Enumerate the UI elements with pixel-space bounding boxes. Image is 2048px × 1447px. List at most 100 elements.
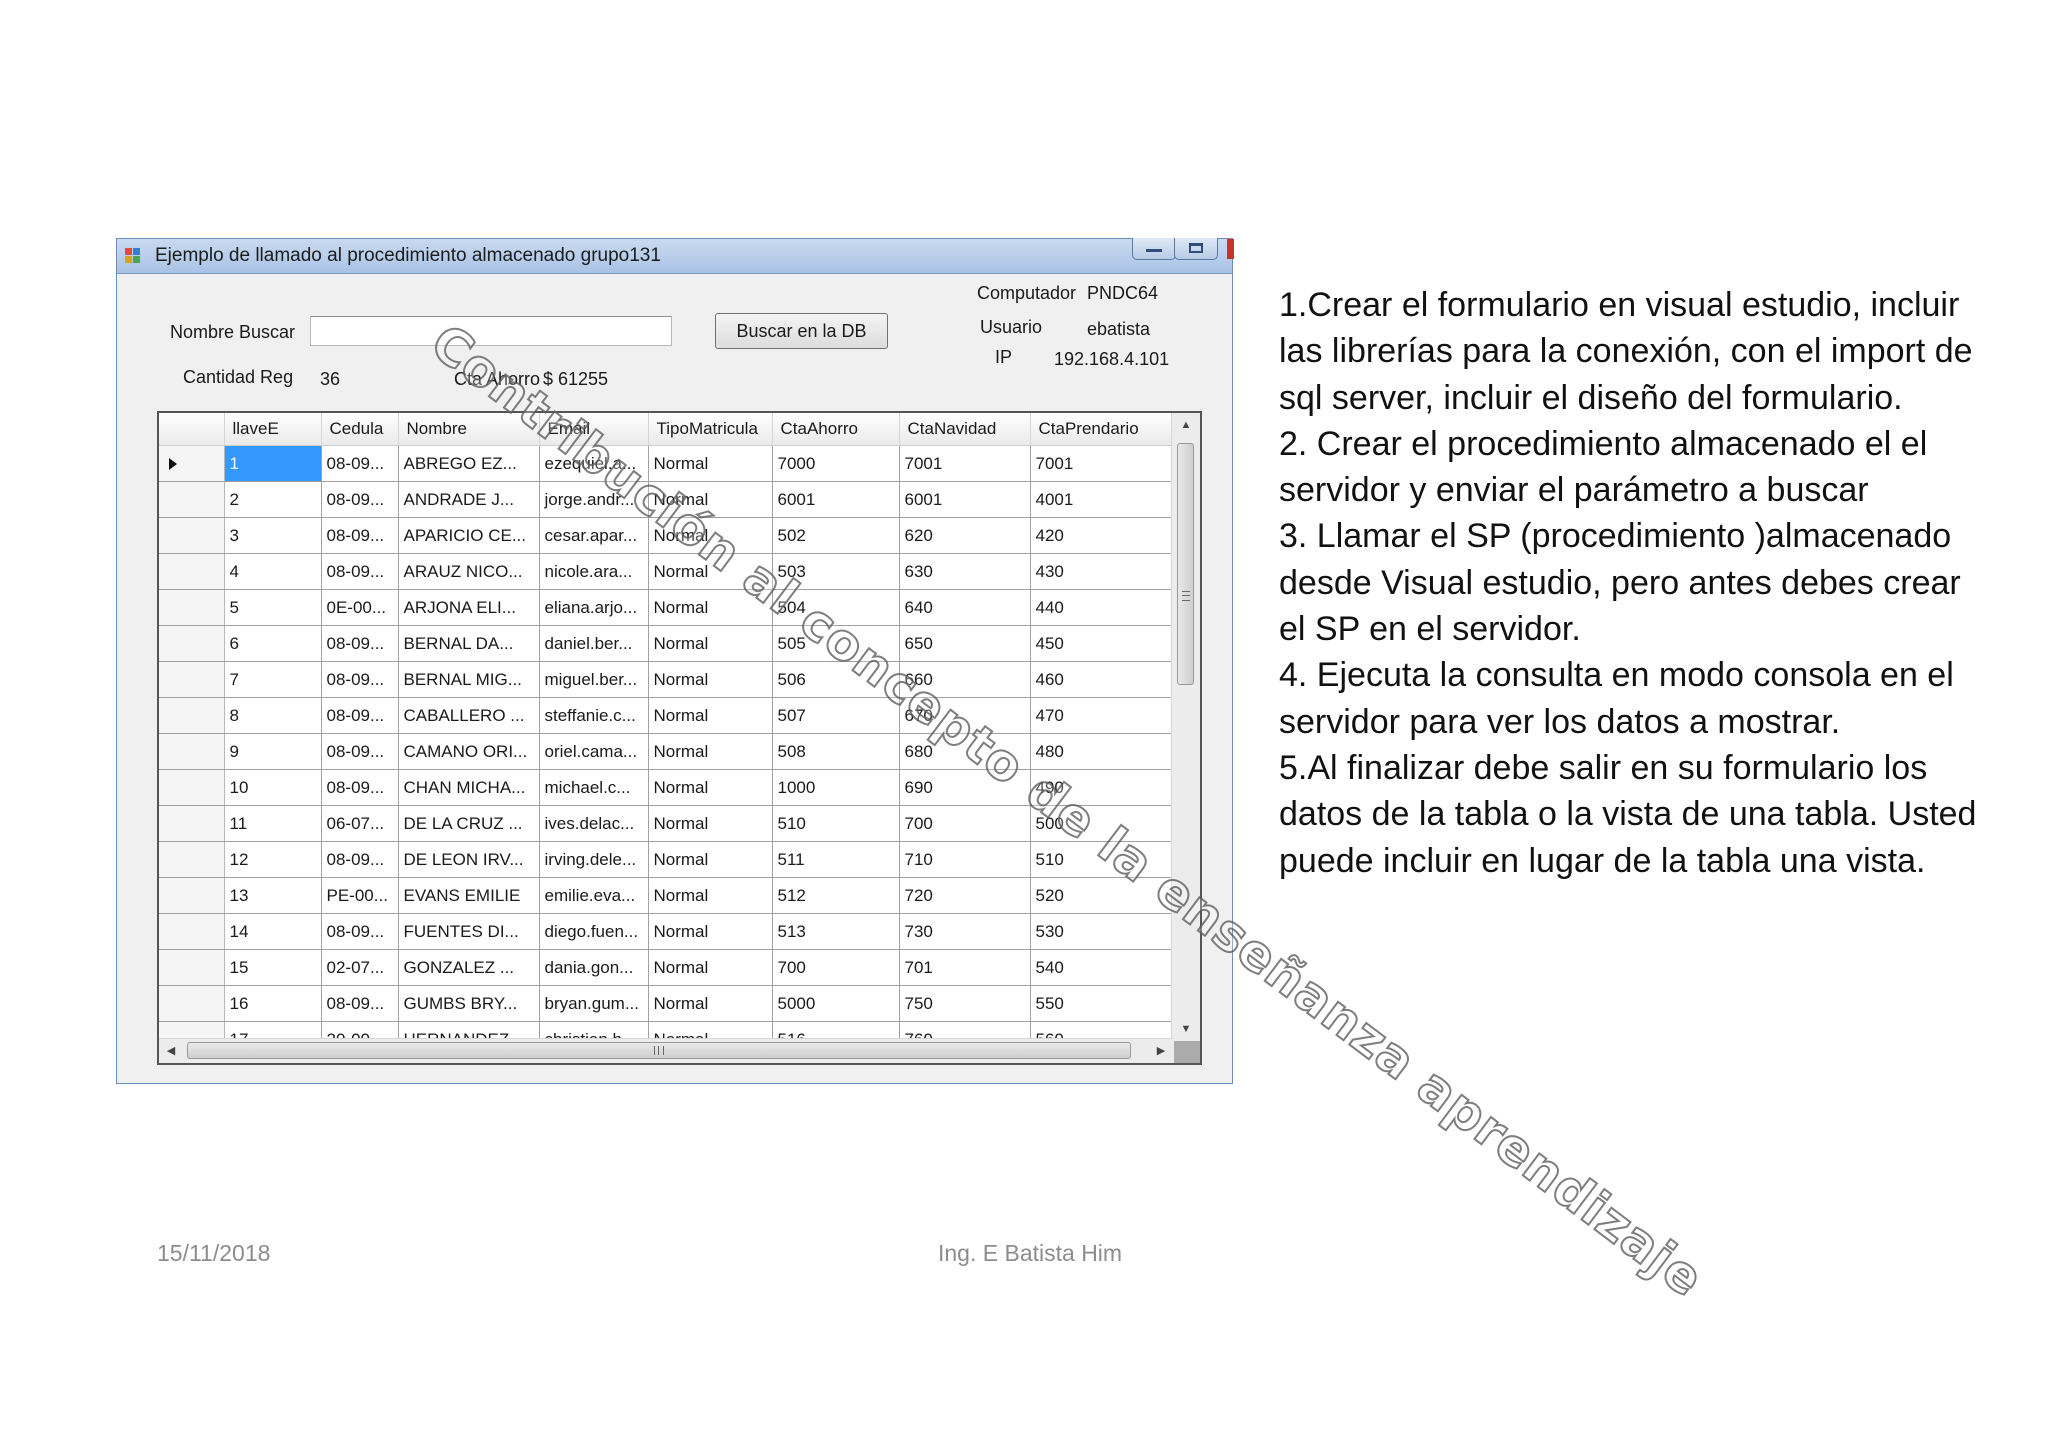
search-input[interactable] — [310, 316, 672, 346]
table-row[interactable]: 3 08-09... APARICIO CE... cesar.apar... Norm… — [159, 517, 1173, 554]
table-cell[interactable]: ANDRADE J... — [398, 481, 540, 518]
table-row[interactable]: 5 0E-00... ARJONA ELI... eliana.arjo... Norm… — [159, 589, 1173, 626]
table-row[interactable]: 15 02-07... GONZALEZ ... dania.gon... Normal… — [159, 949, 1173, 986]
table-cell[interactable]: 1000 — [772, 769, 900, 806]
table-cell[interactable]: 502 — [772, 517, 900, 554]
table-cell[interactable]: 13 — [224, 877, 322, 914]
table-cell[interactable]: Normal — [648, 805, 773, 842]
row-header[interactable] — [159, 949, 225, 986]
table-cell[interactable]: 06-07... — [321, 805, 399, 842]
column-header[interactable]: TipoMatricula — [648, 413, 773, 446]
table-cell[interactable]: 15 — [224, 949, 322, 986]
table-cell[interactable]: 440 — [1030, 589, 1173, 626]
table-cell[interactable]: Normal — [648, 733, 773, 770]
table-cell[interactable]: emilie.eva... — [539, 877, 649, 914]
table-row[interactable]: 9 08-09... CAMANO ORI... oriel.cama... Norma… — [159, 733, 1173, 770]
table-cell[interactable]: 660 — [899, 661, 1031, 698]
table-cell[interactable]: 513 — [772, 913, 900, 950]
row-header[interactable] — [159, 517, 225, 554]
row-header[interactable] — [159, 661, 225, 698]
table-cell[interactable]: 5000 — [772, 985, 900, 1022]
table-cell[interactable]: 7000 — [772, 445, 900, 482]
table-cell[interactable]: 640 — [899, 589, 1031, 626]
minimize-button[interactable] — [1132, 238, 1176, 260]
row-header[interactable] — [159, 445, 225, 482]
table-cell[interactable]: 506 — [772, 661, 900, 698]
table-row[interactable]: 1 08-09... ABREGO EZ... ezequiel.a... Normal… — [159, 445, 1173, 482]
table-cell[interactable]: 08-09... — [321, 733, 399, 770]
table-cell[interactable]: EVANS EMILIE — [398, 877, 540, 914]
table-cell[interactable]: jorge.andr... — [539, 481, 649, 518]
row-header[interactable] — [159, 553, 225, 590]
table-cell[interactable]: diego.fuen... — [539, 913, 649, 950]
column-header[interactable]: CtaNavidad — [899, 413, 1031, 446]
table-cell[interactable]: 650 — [899, 625, 1031, 662]
table-cell[interactable]: nicole.ara... — [539, 553, 649, 590]
table-cell[interactable]: 512 — [772, 877, 900, 914]
table-cell[interactable]: michael.c... — [539, 769, 649, 806]
table-cell[interactable]: 520 — [1030, 877, 1173, 914]
table-cell[interactable]: Normal — [648, 553, 773, 590]
table-cell[interactable]: CHAN MICHA... — [398, 769, 540, 806]
table-cell[interactable]: 2 — [224, 481, 322, 518]
table-cell[interactable]: 690 — [899, 769, 1031, 806]
table-cell[interactable]: Normal — [648, 841, 773, 878]
table-cell[interactable]: 16 — [224, 985, 322, 1022]
table-cell[interactable]: 720 — [899, 877, 1031, 914]
row-header[interactable] — [159, 913, 225, 950]
table-cell[interactable]: Normal — [648, 481, 773, 518]
table-cell[interactable]: 430 — [1030, 553, 1173, 590]
table-cell[interactable]: 08-09... — [321, 553, 399, 590]
table-cell[interactable]: ives.delac... — [539, 805, 649, 842]
table-cell[interactable]: Normal — [648, 661, 773, 698]
table-cell[interactable]: Normal — [648, 697, 773, 734]
table-cell[interactable]: 8 — [224, 697, 322, 734]
table-row[interactable]: 4 08-09... ARAUZ NICO... nicole.ara... Norma… — [159, 553, 1173, 590]
table-cell[interactable]: Normal — [648, 877, 773, 914]
close-button[interactable] — [1227, 239, 1234, 259]
row-header[interactable] — [159, 697, 225, 734]
table-cell[interactable]: 3 — [224, 517, 322, 554]
table-cell[interactable]: 450 — [1030, 625, 1173, 662]
table-cell[interactable]: 680 — [899, 733, 1031, 770]
table-cell[interactable]: Normal — [648, 949, 773, 986]
table-cell[interactable]: 7 — [224, 661, 322, 698]
title-bar[interactable]: Ejemplo de llamado al procedimiento alma… — [117, 238, 1234, 274]
column-header[interactable]: Cedula — [321, 413, 399, 446]
table-cell[interactable]: BERNAL MIG... — [398, 661, 540, 698]
table-cell[interactable]: 470 — [1030, 697, 1173, 734]
row-header[interactable] — [159, 481, 225, 518]
table-cell[interactable]: DE LEON IRV... — [398, 841, 540, 878]
table-cell[interactable]: 500 — [1030, 805, 1173, 842]
vertical-scroll-thumb[interactable] — [1177, 443, 1194, 685]
results-grid[interactable]: llaveE Cedula Nombre Email TipoMatricula CtaA… — [157, 411, 1202, 1065]
table-cell[interactable]: GONZALEZ ... — [398, 949, 540, 986]
column-header[interactable]: CtaPrendario — [1030, 413, 1173, 446]
table-row[interactable]: 8 08-09... CABALLERO ... steffanie.c... Norm… — [159, 697, 1173, 734]
column-header[interactable]: llaveE — [224, 413, 322, 446]
table-cell[interactable]: 510 — [772, 805, 900, 842]
row-header[interactable] — [159, 841, 225, 878]
table-cell[interactable]: ezequiel.a... — [539, 445, 649, 482]
table-row[interactable]: 13 PE-00... EVANS EMILIE emilie.eva... Norma… — [159, 877, 1173, 914]
table-cell[interactable]: 630 — [899, 553, 1031, 590]
table-cell[interactable]: 08-09... — [321, 517, 399, 554]
table-cell[interactable]: miguel.ber... — [539, 661, 649, 698]
table-cell[interactable]: 08-09... — [321, 445, 399, 482]
table-row[interactable]: 12 08-09... DE LEON IRV... irving.dele... No… — [159, 841, 1173, 878]
table-row[interactable]: 11 06-07... DE LA CRUZ ... ives.delac... Nor… — [159, 805, 1173, 842]
table-cell[interactable]: 504 — [772, 589, 900, 626]
row-header[interactable] — [159, 733, 225, 770]
table-cell[interactable]: 08-09... — [321, 841, 399, 878]
table-cell[interactable]: 508 — [772, 733, 900, 770]
table-cell[interactable]: 700 — [772, 949, 900, 986]
row-header[interactable] — [159, 625, 225, 662]
table-cell[interactable]: 730 — [899, 913, 1031, 950]
table-cell[interactable]: 10 — [224, 769, 322, 806]
table-cell[interactable]: 701 — [899, 949, 1031, 986]
row-header[interactable] — [159, 589, 225, 626]
table-cell[interactable]: 08-09... — [321, 769, 399, 806]
table-cell[interactable]: cesar.apar... — [539, 517, 649, 554]
table-cell[interactable]: 620 — [899, 517, 1031, 554]
table-cell[interactable]: Normal — [648, 625, 773, 662]
